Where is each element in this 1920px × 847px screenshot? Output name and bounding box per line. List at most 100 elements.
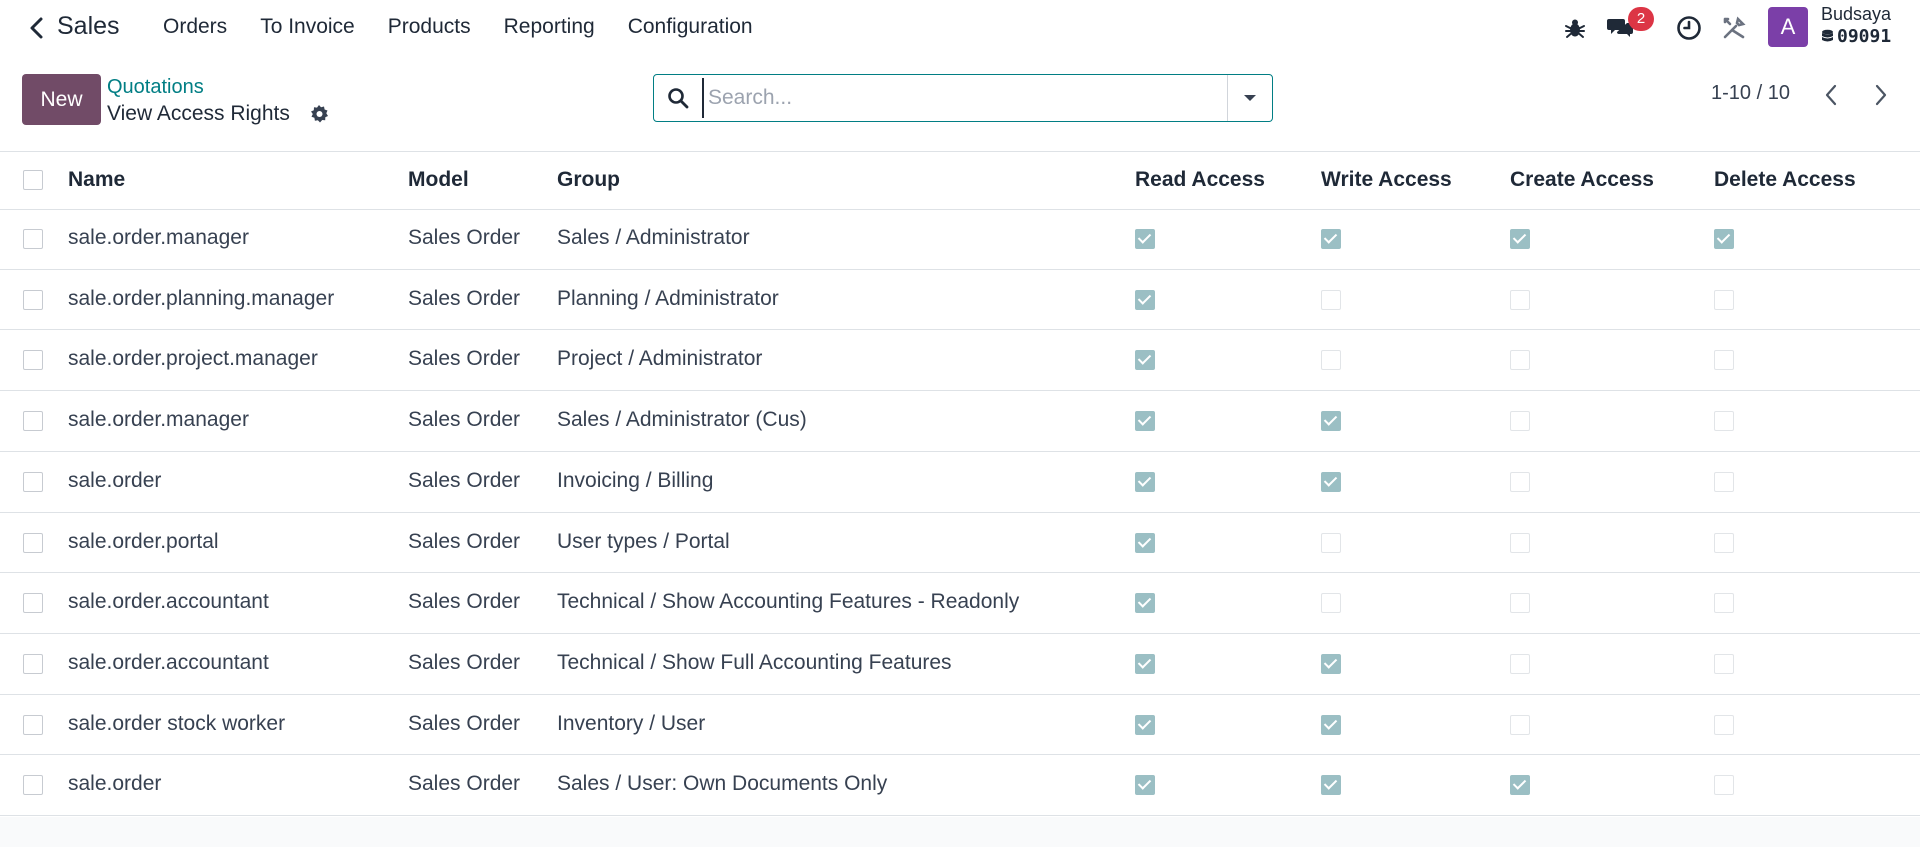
cell-group: Project / Administrator <box>557 347 763 370</box>
delete-access-checkbox <box>1714 715 1734 735</box>
table-row[interactable]: sale.order.portal Sales Order User types /… <box>0 513 1920 573</box>
menu-item-reporting[interactable]: Reporting <box>504 15 595 39</box>
database-name: 09091 <box>1837 26 1892 47</box>
tools-icon[interactable] <box>1720 14 1748 42</box>
new-button[interactable]: New <box>22 74 101 125</box>
cell-name: sale.order <box>68 772 162 795</box>
table-row[interactable]: sale.order.accountant Sales Order Technica… <box>0 573 1920 633</box>
cell-name: sale.order.portal <box>68 530 219 553</box>
create-access-checkbox <box>1510 350 1530 370</box>
column-header-name[interactable]: Name <box>68 168 125 192</box>
create-access-checkbox <box>1510 229 1530 249</box>
column-header-delete-access[interactable]: Delete Access <box>1714 168 1856 192</box>
cell-group: Invoicing / Billing <box>557 469 714 492</box>
select-all-checkbox[interactable] <box>23 170 43 190</box>
row-select-checkbox[interactable] <box>23 533 43 553</box>
cell-group: Technical / Show Full Accounting Feature… <box>557 651 952 674</box>
table-row[interactable]: sale.order Sales Order Invoicing / Billing <box>0 452 1920 512</box>
row-select-checkbox[interactable] <box>23 411 43 431</box>
column-header-model[interactable]: Model <box>408 168 469 192</box>
read-access-checkbox <box>1135 593 1155 613</box>
cell-name: sale.order stock worker <box>68 712 286 735</box>
create-access-checkbox <box>1510 654 1530 674</box>
cell-model: Sales Order <box>408 469 521 492</box>
cell-name: sale.order <box>68 469 162 492</box>
cell-model: Sales Order <box>408 226 521 249</box>
row-select-checkbox[interactable] <box>23 229 43 249</box>
row-select-checkbox[interactable] <box>23 715 43 735</box>
list-footer-area <box>0 817 1920 847</box>
menu-item-orders[interactable]: Orders <box>163 15 227 39</box>
back-arrow-icon[interactable] <box>26 14 48 42</box>
menu-item-products[interactable]: Products <box>388 15 471 39</box>
pager-value[interactable]: 1-10 / 10 <box>1711 82 1790 105</box>
write-access-checkbox <box>1321 715 1341 735</box>
row-select-checkbox[interactable] <box>23 350 43 370</box>
table-row[interactable]: sale.order.manager Sales Order Sales / Adm… <box>0 209 1920 269</box>
app-title[interactable]: Sales <box>57 12 120 41</box>
column-header-group[interactable]: Group <box>557 168 620 192</box>
create-access-checkbox <box>1510 715 1530 735</box>
table-row[interactable]: sale.order.accountant Sales Order Technica… <box>0 634 1920 694</box>
column-header-read-access[interactable]: Read Access <box>1135 168 1265 192</box>
row-select-checkbox[interactable] <box>23 593 43 613</box>
table-row[interactable]: sale.order.manager Sales Order Sales / Adm… <box>0 391 1920 451</box>
read-access-checkbox <box>1135 775 1155 795</box>
database-icon <box>1822 29 1833 42</box>
row-select-checkbox[interactable] <box>23 775 43 795</box>
write-access-checkbox <box>1321 593 1341 613</box>
column-header-create-access[interactable]: Create Access <box>1510 168 1654 192</box>
table-row[interactable]: sale.order Sales Order Sales / User: Own D… <box>0 755 1920 815</box>
pager-previous-icon[interactable] <box>1816 80 1846 110</box>
breadcrumb-quotations[interactable]: Quotations <box>107 76 204 99</box>
search-options-toggle[interactable] <box>1227 75 1272 121</box>
column-header-write-access[interactable]: Write Access <box>1321 168 1452 192</box>
delete-access-checkbox <box>1714 350 1734 370</box>
delete-access-checkbox <box>1714 533 1734 553</box>
write-access-checkbox <box>1321 350 1341 370</box>
messages-count-badge: 2 <box>1628 7 1654 31</box>
user-name: Budsaya <box>1821 4 1892 24</box>
cell-name: sale.order.planning.manager <box>68 287 335 310</box>
cell-model: Sales Order <box>408 530 521 553</box>
create-access-checkbox <box>1510 411 1530 431</box>
pager-next-icon[interactable] <box>1866 80 1896 110</box>
row-select-checkbox[interactable] <box>23 654 43 674</box>
search-bar <box>653 74 1273 122</box>
cell-name: sale.order.manager <box>68 408 249 431</box>
menu-item-configuration[interactable]: Configuration <box>628 15 753 39</box>
delete-access-checkbox <box>1714 654 1734 674</box>
read-access-checkbox <box>1135 654 1155 674</box>
cell-group: Inventory / User <box>557 712 706 735</box>
write-access-checkbox <box>1321 229 1341 249</box>
row-select-checkbox[interactable] <box>23 472 43 492</box>
row-select-checkbox[interactable] <box>23 290 43 310</box>
write-access-checkbox <box>1321 775 1341 795</box>
cell-group: Sales / User: Own Documents Only <box>557 772 888 795</box>
cell-group: User types / Portal <box>557 530 730 553</box>
table-header: Name Model Group Read Access Write Acces… <box>0 151 1920 209</box>
gear-icon[interactable] <box>307 102 331 126</box>
cell-group: Sales / Administrator (Cus) <box>557 408 807 431</box>
table-row[interactable]: sale.order.project.manager Sales Order Pro… <box>0 330 1920 390</box>
read-access-checkbox <box>1135 533 1155 553</box>
cell-group: Sales / Administrator <box>557 226 750 249</box>
write-access-checkbox <box>1321 290 1341 310</box>
cell-model: Sales Order <box>408 772 521 795</box>
avatar[interactable]: A <box>1768 7 1808 47</box>
menu-item-to-invoice[interactable]: To Invoice <box>260 15 355 39</box>
cell-group: Planning / Administrator <box>557 287 779 310</box>
bug-icon[interactable] <box>1561 14 1589 42</box>
read-access-checkbox <box>1135 290 1155 310</box>
table-row[interactable]: sale.order.planning.manager Sales Order Pl… <box>0 270 1920 330</box>
read-access-checkbox <box>1135 350 1155 370</box>
cell-name: sale.order.manager <box>68 226 249 249</box>
search-input[interactable] <box>702 78 1227 118</box>
delete-access-checkbox <box>1714 775 1734 795</box>
cell-model: Sales Order <box>408 287 521 310</box>
top-navbar: Sales Orders To Invoice Products Reporti… <box>0 0 1920 56</box>
cell-model: Sales Order <box>408 651 521 674</box>
clock-icon[interactable] <box>1675 14 1703 42</box>
table-row[interactable]: sale.order stock worker Sales Order Invent… <box>0 695 1920 755</box>
create-access-checkbox <box>1510 775 1530 795</box>
